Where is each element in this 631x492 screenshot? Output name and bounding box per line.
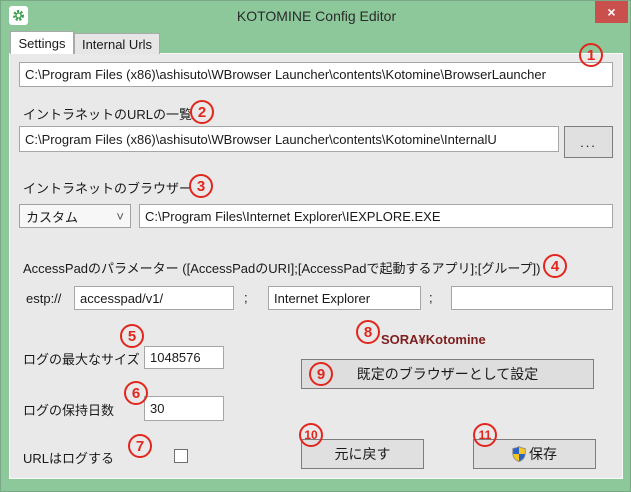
- tab-settings[interactable]: Settings: [10, 31, 74, 54]
- annotation-circle-3: 3: [189, 174, 213, 198]
- launcher-path-field[interactable]: C:\Program Files (x86)\ashisuto\WBrowser…: [19, 62, 613, 87]
- save-button-label: 保存: [529, 444, 557, 464]
- url-logging-label: URLはログする: [23, 448, 114, 467]
- title-bar: KOTOMINE Config Editor ×: [1, 1, 631, 31]
- intranet-urls-label: イントラネットのURLの一覧: [23, 104, 192, 123]
- annotation-circle-10: 10: [299, 423, 323, 447]
- estp-prefix-label: estp://: [26, 291, 61, 306]
- accesspad-params-label: AccessPadのパラメーター ([AccessPadのURI];[Acces…: [23, 258, 540, 277]
- browser-mode-combobox[interactable]: カスタム ˅: [19, 204, 131, 228]
- config-editor-window: KOTOMINE Config Editor × Settings Intern…: [0, 0, 631, 492]
- accesspad-uri-field[interactable]: accesspad/v1/: [74, 286, 234, 310]
- tab-internal-urls[interactable]: Internal Urls: [74, 33, 160, 54]
- close-icon: ×: [607, 4, 615, 20]
- accesspad-app-field[interactable]: Internet Explorer: [268, 286, 421, 310]
- set-default-browser-button[interactable]: 既定のブラウザーとして設定: [301, 359, 594, 389]
- accesspad-group-field[interactable]: [451, 286, 613, 310]
- intranet-urls-path-field[interactable]: C:\Program Files (x86)\ashisuto\WBrowser…: [19, 126, 559, 152]
- annotation-circle-7: 7: [128, 434, 152, 458]
- annotation-circle-4: 4: [543, 254, 567, 278]
- intranet-browser-label: イントラネットのブラウザー: [23, 178, 192, 197]
- browser-mode-value: カスタム: [26, 207, 78, 226]
- annotation-circle-5: 5: [120, 324, 144, 348]
- log-retention-days-field[interactable]: 30: [144, 396, 224, 421]
- annotation-circle-8: 8: [356, 320, 380, 344]
- uac-shield-icon: [512, 446, 526, 462]
- window-title: KOTOMINE Config Editor: [1, 8, 631, 24]
- browser-path-field[interactable]: C:\Program Files\Internet Explorer\IEXPL…: [139, 204, 613, 228]
- log-retention-days-label: ログの保持日数: [23, 400, 114, 419]
- semicolon-separator: ;: [429, 290, 433, 305]
- annotation-circle-1: 1: [579, 43, 603, 67]
- url-logging-checkbox[interactable]: [174, 449, 188, 463]
- close-button[interactable]: ×: [595, 1, 628, 23]
- annotation-circle-6: 6: [124, 381, 148, 405]
- annotation-circle-2: 2: [190, 100, 214, 124]
- log-max-size-field[interactable]: 1048576: [144, 346, 224, 369]
- machine-name-label: SORA¥Kotomine: [381, 332, 486, 347]
- chevron-down-icon: ˅: [116, 209, 124, 224]
- semicolon-separator: ;: [244, 290, 248, 305]
- browse-button[interactable]: ...: [564, 126, 613, 158]
- log-max-size-label: ログの最大なサイズ: [23, 349, 140, 368]
- annotation-circle-11: 11: [473, 423, 497, 447]
- annotation-circle-9: 9: [309, 362, 333, 386]
